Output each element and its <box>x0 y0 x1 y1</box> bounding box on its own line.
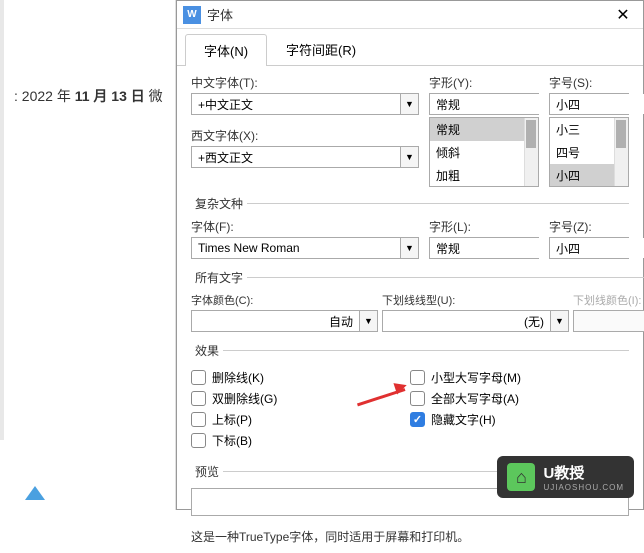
chevron-down-icon[interactable]: ▼ <box>400 238 418 258</box>
complex-style-combo[interactable]: ▼ <box>429 237 539 259</box>
complex-size-combo[interactable]: ▼ <box>549 237 629 259</box>
tab-spacing[interactable]: 字符间距(R) <box>267 33 375 65</box>
effects-legend: 效果 <box>191 342 223 359</box>
ulcolor-label: 下划线颜色(I): <box>573 292 644 308</box>
document-background: : 2022 年 11 月 13 日 微 <box>0 0 176 510</box>
western-font-input[interactable] <box>192 147 400 167</box>
subscript-checkbox[interactable] <box>191 433 206 448</box>
close-button[interactable]: ✕ <box>603 1 643 29</box>
titlebar: W 字体 ✕ <box>177 1 643 29</box>
underline-combo[interactable]: ▼ <box>382 310 569 332</box>
doc-edge <box>0 0 4 440</box>
superscript-checkbox[interactable] <box>191 412 206 427</box>
color-input[interactable] <box>192 311 359 331</box>
size-combo[interactable] <box>549 93 629 115</box>
scrollbar[interactable] <box>524 118 538 186</box>
preview-legend: 预览 <box>191 463 223 480</box>
chinese-font-combo[interactable]: ▼ <box>191 93 419 115</box>
superscript-label: 上标(P) <box>212 411 252 428</box>
underline-label: 下划线线型(U): <box>382 292 569 308</box>
color-combo[interactable]: ▼ <box>191 310 378 332</box>
complex-font-input[interactable] <box>192 238 400 258</box>
underline-input[interactable] <box>383 311 550 331</box>
western-font-combo[interactable]: ▼ <box>191 146 419 168</box>
complex-font-label: 字体(F): <box>191 218 419 235</box>
style-combo[interactable] <box>429 93 539 115</box>
complex-font-combo[interactable]: ▼ <box>191 237 419 259</box>
hidden-label: 隐藏文字(H) <box>431 411 496 428</box>
list-item[interactable]: 倾斜 <box>430 141 538 164</box>
footer-text: 这是一种TrueType字体，同时适用于屏幕和打印机。 <box>191 528 629 545</box>
logo-text: U教授 <box>543 462 624 483</box>
chinese-font-label: 中文字体(T): <box>191 74 419 91</box>
smallcaps-checkbox[interactable] <box>410 370 425 385</box>
chevron-down-icon[interactable]: ▼ <box>400 147 418 167</box>
strike-checkbox[interactable] <box>191 370 206 385</box>
strike-label: 删除线(K) <box>212 369 264 386</box>
chinese-font-input[interactable] <box>192 94 400 114</box>
date-prefix: : 2022 年 <box>14 88 75 104</box>
ulcolor-input <box>574 311 644 331</box>
western-font-label: 西文字体(X): <box>191 127 419 144</box>
dblstrike-checkbox[interactable] <box>191 391 206 406</box>
dialog-title: 字体 <box>207 5 603 24</box>
list-item[interactable]: 加粗 <box>430 164 538 187</box>
doc-text-line: : 2022 年 11 月 13 日 微 <box>14 86 163 106</box>
effects-fieldset: 效果 删除线(K) 双删除线(G) 上标(P) 下标(B) 小型大写字母(M) … <box>191 342 629 457</box>
logo-sub: UJIAOSHOU.COM <box>543 483 624 492</box>
ulcolor-combo: ▼ <box>573 310 644 332</box>
allcaps-label: 全部大写字母(A) <box>431 390 519 407</box>
tab-font[interactable]: 字体(N) <box>185 34 267 66</box>
chevron-down-icon[interactable]: ▼ <box>400 94 418 114</box>
chevron-down-icon[interactable]: ▼ <box>359 311 377 331</box>
date-mid: 11 月 13 日 <box>75 88 145 104</box>
allchar-legend: 所有文字 <box>191 269 247 286</box>
complex-size-label: 字号(Z): <box>549 218 629 235</box>
style-listbox[interactable]: 常规 倾斜 加粗 <box>429 117 539 187</box>
chevron-down-icon[interactable]: ▼ <box>550 311 568 331</box>
style-label: 字形(Y): <box>429 74 539 91</box>
complex-legend: 复杂文种 <box>191 195 247 212</box>
color-label: 字体颜色(C): <box>191 292 378 308</box>
logo-icon: ⌂ <box>507 463 535 491</box>
hidden-checkbox[interactable] <box>410 412 425 427</box>
dblstrike-label: 双删除线(G) <box>212 390 277 407</box>
app-icon: W <box>183 6 201 24</box>
scrollbar[interactable] <box>614 118 628 186</box>
size-label: 字号(S): <box>549 74 629 91</box>
font-dialog: W 字体 ✕ 字体(N) 字符间距(R) 中文字体(T): ▼ 西文字体(X):… <box>176 0 644 510</box>
complex-size-input[interactable] <box>550 238 644 258</box>
smallcaps-label: 小型大写字母(M) <box>431 369 521 386</box>
allcaps-checkbox[interactable] <box>410 391 425 406</box>
list-item[interactable]: 常规 <box>430 118 538 141</box>
tabs: 字体(N) 字符间距(R) <box>177 29 643 66</box>
complex-style-label: 字形(L): <box>429 218 539 235</box>
triangle-decoration <box>25 486 45 500</box>
size-input[interactable] <box>550 94 644 114</box>
complex-fieldset: 复杂文种 字体(F): ▼ 字形(L): ▼ 字 <box>191 195 629 263</box>
allchar-fieldset: 所有文字 字体颜色(C): ▼ 下划线线型(U): ▼ <box>191 269 644 336</box>
date-suffix: 微 <box>145 88 163 104</box>
watermark-logo: ⌂ U教授 UJIAOSHOU.COM <box>497 456 634 498</box>
subscript-label: 下标(B) <box>212 432 252 449</box>
